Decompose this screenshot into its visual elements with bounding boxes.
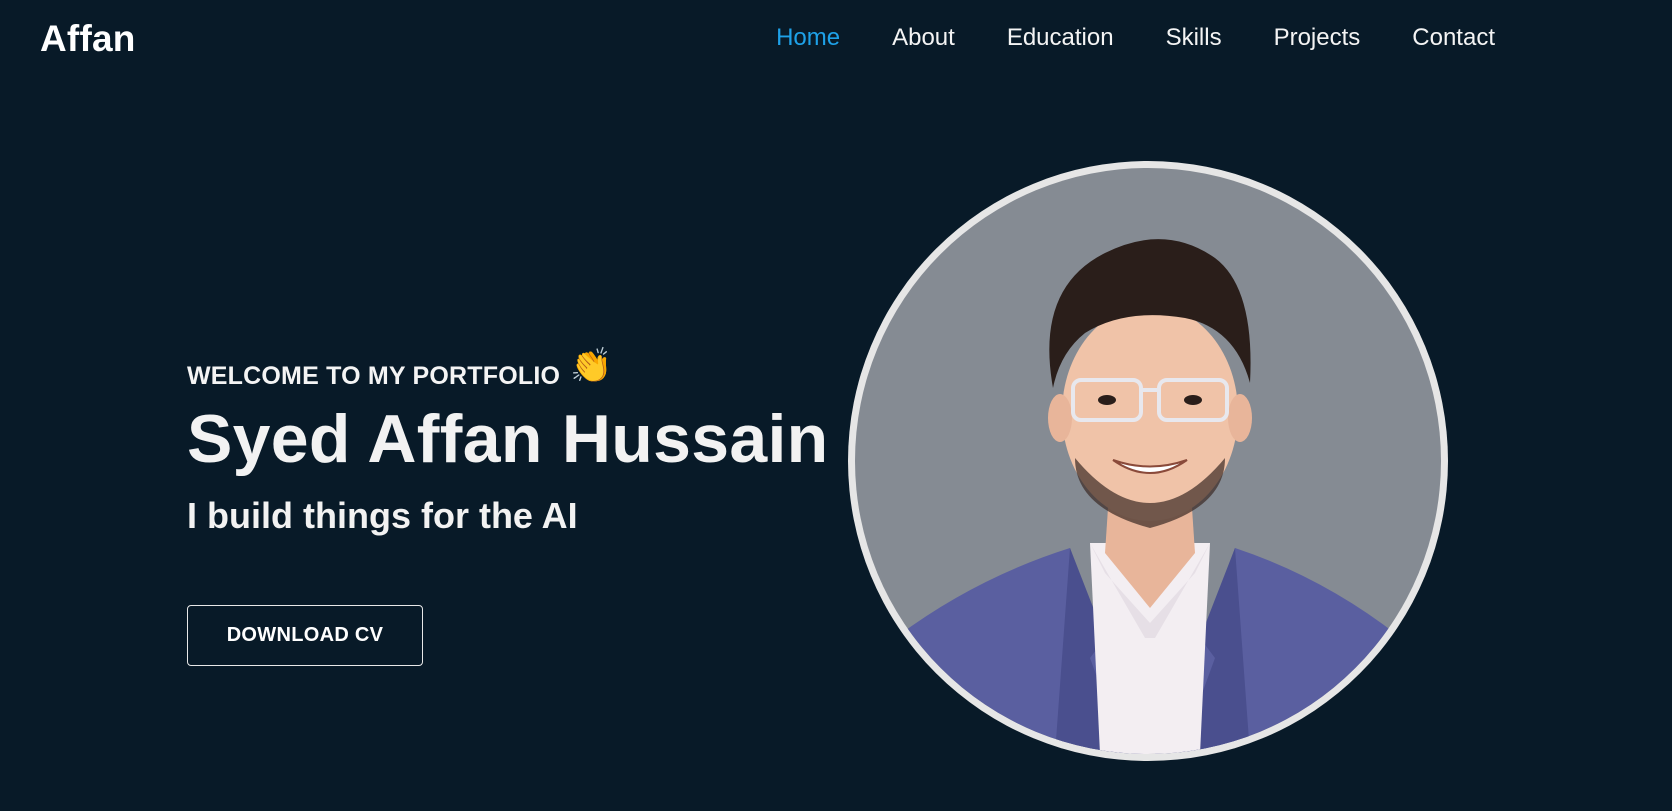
welcome-heading: WELCOME TO MY PORTFOLIO 👏 bbox=[187, 345, 828, 391]
hero-section: WELCOME TO MY PORTFOLIO 👏 Syed Affan Hus… bbox=[187, 345, 828, 534]
nav-links: Home About Education Skills Projects Con… bbox=[724, 24, 1495, 52]
nav-item-skills[interactable]: Skills bbox=[1166, 24, 1222, 52]
profile-photo bbox=[848, 161, 1448, 761]
nav-item-home[interactable]: Home bbox=[776, 24, 840, 52]
nav-item-projects[interactable]: Projects bbox=[1274, 24, 1361, 52]
waving-hand-icon: 👏 bbox=[570, 347, 613, 385]
nav-item-education[interactable]: Education bbox=[1007, 24, 1114, 52]
hero-name: Syed Affan Hussain bbox=[187, 401, 829, 477]
welcome-text: WELCOME TO MY PORTFOLIO bbox=[187, 362, 561, 390]
hero-tagline: I build things for the AI bbox=[187, 495, 578, 536]
nav-item-contact[interactable]: Contact bbox=[1412, 24, 1495, 52]
brand-logo[interactable]: Affan bbox=[40, 18, 136, 60]
download-cv-button[interactable]: DOWNLOAD CV bbox=[187, 605, 423, 666]
navbar: Affan Home About Education Skills Projec… bbox=[0, 0, 1672, 80]
nav-item-about[interactable]: About bbox=[892, 24, 955, 52]
profile-portrait-illustration bbox=[855, 239, 1441, 754]
profile-photo-frame bbox=[855, 168, 1441, 754]
portfolio-page: Affan Home About Education Skills Projec… bbox=[0, 0, 1672, 811]
